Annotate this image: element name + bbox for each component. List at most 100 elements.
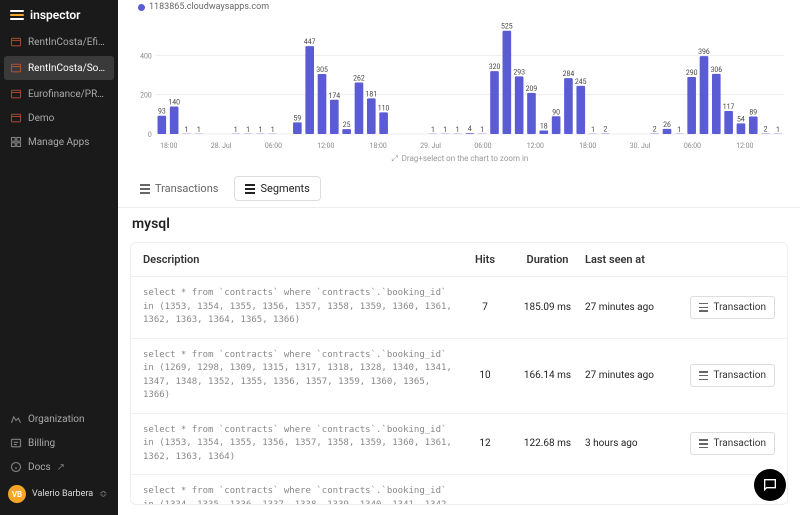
grid-icon bbox=[10, 136, 22, 148]
svg-text:1: 1 bbox=[197, 126, 201, 134]
svg-text:293: 293 bbox=[513, 68, 525, 76]
chart-panel: 1183865.cloudwaysapps.com 02004009314011… bbox=[118, 0, 800, 172]
cell-last-seen: 3 hours ago bbox=[585, 438, 680, 449]
sidebar-item-label: Demo bbox=[28, 113, 54, 124]
cell-duration: 122.68 ms bbox=[510, 438, 585, 449]
cell-description: select * from `contracts` where `contrac… bbox=[143, 485, 460, 505]
svg-text:1: 1 bbox=[677, 126, 681, 134]
sidebar-item-billing[interactable]: Billing bbox=[0, 431, 118, 455]
svg-text:12:00: 12:00 bbox=[736, 142, 753, 150]
transaction-icon bbox=[699, 303, 708, 312]
cell-last-seen: 27 minutes ago bbox=[585, 370, 680, 381]
external-link-icon: ↗ bbox=[57, 462, 65, 473]
app-icon bbox=[10, 36, 22, 48]
svg-text:1: 1 bbox=[776, 126, 780, 134]
table-header: Description Hits Duration Last seen at bbox=[131, 243, 787, 277]
cell-action: Transaction bbox=[680, 296, 775, 319]
svg-text:18:00: 18:00 bbox=[579, 142, 596, 150]
sidebar-item-docs[interactable]: Docs ↗ bbox=[0, 455, 118, 479]
user-row[interactable]: VB Valerio Barbera ≎ bbox=[0, 479, 118, 509]
table-row: select * from `contracts` where `contrac… bbox=[131, 475, 787, 505]
svg-text:1: 1 bbox=[456, 126, 460, 134]
svg-text:26: 26 bbox=[663, 121, 671, 129]
svg-text:1: 1 bbox=[591, 126, 595, 134]
sidebar-item-app-2[interactable]: Eurofinance/PROD bbox=[0, 82, 118, 106]
svg-text:18:00: 18:00 bbox=[370, 142, 387, 150]
brand-text: inspector bbox=[30, 8, 80, 22]
sidebar-item-app-0[interactable]: RentInCosta/Efisio bbox=[0, 30, 118, 54]
svg-text:18: 18 bbox=[540, 122, 548, 130]
svg-text:06:00: 06:00 bbox=[474, 142, 491, 150]
svg-text:1: 1 bbox=[185, 126, 189, 134]
docs-icon bbox=[10, 461, 22, 473]
list-icon bbox=[140, 184, 150, 194]
svg-text:110: 110 bbox=[378, 104, 390, 112]
segments-icon bbox=[245, 184, 255, 194]
sidebar-item-organization[interactable]: Organization bbox=[0, 407, 118, 431]
cell-description: select * from `contracts` where `contrac… bbox=[143, 287, 460, 328]
svg-text:0: 0 bbox=[148, 131, 152, 139]
transaction-button[interactable]: Transaction bbox=[690, 432, 775, 455]
cell-action: Transaction bbox=[680, 364, 775, 387]
svg-text:89: 89 bbox=[749, 108, 757, 116]
brand: inspector bbox=[0, 0, 118, 30]
app-icon bbox=[10, 88, 22, 100]
sidebar: inspector RentInCosta/EfisioRentInCosta/… bbox=[0, 0, 118, 515]
cell-hits: 10 bbox=[460, 370, 510, 381]
svg-text:447: 447 bbox=[304, 38, 316, 46]
svg-text:1: 1 bbox=[431, 126, 435, 134]
tab-transactions[interactable]: Transactions bbox=[130, 177, 228, 200]
svg-text:320: 320 bbox=[489, 63, 501, 71]
section-title: mysql bbox=[118, 208, 800, 242]
transaction-label: Transaction bbox=[713, 302, 766, 313]
sidebar-item-label: Billing bbox=[28, 438, 55, 449]
sidebar-item-app-1[interactable]: RentInCosta/Sorr… bbox=[4, 56, 114, 80]
caret-icon: ≎ bbox=[99, 489, 107, 500]
chart-legend: 1183865.cloudwaysapps.com bbox=[128, 2, 790, 12]
cell-duration: 185.09 ms bbox=[510, 302, 585, 313]
avatar: VB bbox=[8, 485, 26, 503]
sidebar-item-label: RentInCosta/Sorr… bbox=[28, 63, 108, 74]
transaction-icon bbox=[699, 439, 708, 448]
svg-text:290: 290 bbox=[686, 69, 698, 77]
transaction-label: Transaction bbox=[713, 370, 766, 381]
svg-text:181: 181 bbox=[365, 90, 377, 98]
svg-text:90: 90 bbox=[552, 108, 560, 116]
svg-text:396: 396 bbox=[698, 48, 710, 56]
tabs: Transactions Segments bbox=[118, 172, 800, 208]
svg-text:2: 2 bbox=[603, 126, 607, 134]
col-action bbox=[680, 253, 775, 266]
svg-text:284: 284 bbox=[563, 70, 575, 78]
chart[interactable]: 0200400931401111115944730517425262181110… bbox=[128, 12, 790, 152]
chart-hint-text: Drag+select on the chart to zoom in bbox=[402, 154, 529, 163]
svg-text:1: 1 bbox=[246, 126, 250, 134]
cell-description: select * from `contracts` where `contrac… bbox=[143, 349, 460, 403]
table-row: select * from `contracts` where `contrac… bbox=[131, 414, 787, 476]
svg-text:1: 1 bbox=[271, 126, 275, 134]
svg-text:25: 25 bbox=[343, 121, 351, 129]
chat-icon bbox=[762, 477, 778, 493]
col-duration: Duration bbox=[510, 253, 585, 266]
transaction-button[interactable]: Transaction bbox=[690, 364, 775, 387]
col-last-seen: Last seen at bbox=[585, 253, 680, 266]
svg-text:200: 200 bbox=[140, 92, 152, 100]
svg-text:305: 305 bbox=[316, 66, 328, 74]
sidebar-item-label: Eurofinance/PROD bbox=[28, 89, 108, 100]
svg-text:140: 140 bbox=[168, 98, 180, 106]
svg-text:306: 306 bbox=[710, 66, 722, 74]
transaction-button[interactable]: Transaction bbox=[690, 296, 775, 319]
sidebar-item-label: Docs bbox=[28, 462, 51, 473]
nav-apps: RentInCosta/Efisio RentInCosta/Sorr… Eurof… bbox=[0, 30, 118, 407]
tab-segments[interactable]: Segments bbox=[234, 176, 320, 201]
app-icon bbox=[10, 112, 22, 124]
svg-text:59: 59 bbox=[293, 114, 301, 122]
svg-text:2: 2 bbox=[764, 126, 768, 134]
sidebar-item-label: Organization bbox=[28, 414, 85, 425]
sidebar-item-app-3[interactable]: Demo bbox=[0, 106, 118, 130]
sidebar-item-app-4[interactable]: Manage Apps bbox=[0, 130, 118, 154]
svg-text:2: 2 bbox=[653, 126, 657, 134]
svg-text:117: 117 bbox=[723, 103, 735, 111]
chat-fab[interactable] bbox=[754, 469, 786, 501]
svg-text:1: 1 bbox=[234, 126, 238, 134]
transaction-icon bbox=[699, 371, 708, 380]
